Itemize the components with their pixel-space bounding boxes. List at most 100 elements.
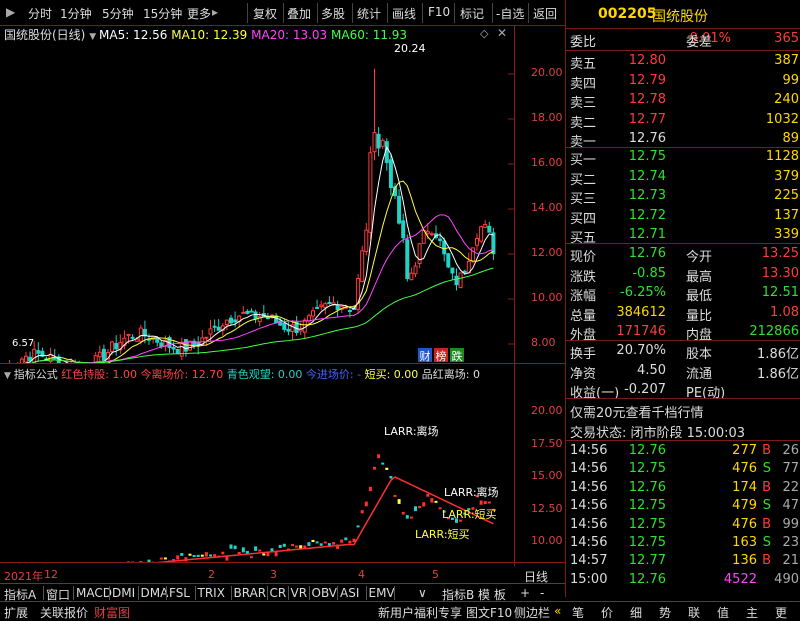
indicator-tab[interactable]: FSL (169, 586, 190, 600)
indicator-tab[interactable]: VR (291, 586, 308, 600)
add-window-button[interactable]: + (520, 586, 530, 600)
tab-1min[interactable]: 1分钟 (60, 5, 92, 22)
indicator-bar (361, 510, 364, 513)
side-panel-tab[interactable]: 更 (775, 604, 787, 621)
badge-ranking[interactable]: 榜 (434, 348, 448, 362)
f10-graphic-link[interactable]: 图文F10 (466, 604, 512, 621)
candle (37, 351, 40, 354)
indicator-tab[interactable]: ASI (340, 586, 359, 600)
btn-remove-watchlist[interactable]: -自选 (496, 5, 524, 22)
wealth-chart-tab[interactable]: 财富图 (94, 604, 130, 621)
tab-intraday[interactable]: 分时 (28, 5, 52, 22)
quote-cell: 14:56 (570, 480, 607, 495)
main-y-tick: 16.00 (531, 156, 563, 169)
top-toolbar: ▶ 分时 1分钟 5分钟 15分钟 更多 ▸ 复权 叠加 多股 统计 画线 F1… (0, 0, 565, 26)
side-panel-tab[interactable]: 笔 (572, 604, 584, 621)
indicator-bar (250, 556, 253, 558)
candle (246, 311, 249, 313)
indicator-bar (225, 556, 228, 560)
quote-cell: 12.75 (629, 461, 666, 476)
btn-mark[interactable]: 标记 (460, 5, 484, 22)
badge-down[interactable]: 跌 (450, 348, 464, 362)
side-panel-tab[interactable]: 联 (688, 604, 700, 621)
low-price-label: 6.57 (12, 338, 34, 349)
indicator-bar (422, 502, 425, 506)
expand-tab[interactable]: 扩展 (4, 604, 28, 621)
quote-cell: -0.85 (632, 266, 666, 281)
candle (33, 349, 36, 362)
kline-plot[interactable] (0, 26, 514, 363)
tick-row: 14:5712.77136B21 (566, 552, 800, 571)
indicator-annotation: LARR:离场 (384, 424, 439, 438)
candle (234, 320, 237, 322)
candle (389, 160, 392, 188)
candle (369, 153, 372, 233)
candle (439, 239, 442, 240)
bid-row: 买一12.751128 (566, 148, 800, 167)
side-panel-tab[interactable]: 势 (659, 604, 671, 621)
ask-row: 卖五12.80387 (566, 52, 800, 71)
candle (361, 251, 364, 282)
indicator-y-tick: 17.50 (531, 437, 563, 450)
kline-chart-area[interactable]: 国统股份(日线) ▼ MA5: 12.56 MA10: 12.39 MA20: … (0, 26, 565, 566)
main-y-tick: 18.00 (531, 111, 563, 124)
more-arrow-icon[interactable]: ▸ (212, 5, 218, 19)
btn-back[interactable]: 返回 (533, 5, 557, 22)
side-panel-tab[interactable]: 主 (746, 604, 758, 621)
indicator-bar (148, 560, 151, 562)
quote-cell: 89 (782, 131, 799, 146)
tab-5min[interactable]: 5分钟 (102, 5, 134, 22)
indicator-tab[interactable]: TRIX (198, 586, 225, 600)
related-quotes-tab[interactable]: 关联报价 (40, 604, 88, 621)
tab-15min[interactable]: 15分钟 (143, 5, 182, 22)
indicator-tab[interactable]: CR (270, 586, 287, 600)
indicator-bar (262, 553, 265, 555)
quote-cell: 现价 (570, 246, 596, 265)
btn-draw-line[interactable]: 画线 (392, 5, 416, 22)
indicator-tab[interactable]: OBV (312, 586, 338, 600)
indicator-bar (435, 501, 438, 503)
tab-more[interactable]: 更多 (187, 5, 211, 22)
indicator-tab[interactable]: DMI (112, 586, 135, 600)
side-panel-tab[interactable]: 值 (717, 604, 729, 621)
new-user-promo-link[interactable]: 新用户福利专享 (378, 604, 462, 621)
quote-cell: 总量 (570, 305, 596, 324)
side-panel-tab[interactable]: 细 (630, 604, 642, 621)
promo-row: 仅需20元查看千档行情 (566, 401, 800, 420)
toolbar-arrow-icon[interactable]: ▶ (6, 5, 15, 19)
quote-cell: S (763, 535, 771, 550)
indicator-bar (394, 495, 397, 497)
candle (459, 273, 462, 288)
candle (209, 329, 212, 334)
quote-cell: 最低 (686, 285, 712, 304)
btn-statistics[interactable]: 统计 (357, 5, 381, 22)
tabs-more-icon[interactable]: ∨ (418, 586, 427, 600)
candle (410, 273, 413, 279)
btn-f10[interactable]: F10 (428, 5, 450, 19)
indicator-tab[interactable]: MACD (76, 586, 112, 600)
indicator-plot[interactable]: LARR:离场LARR:离场LARR:短买LARR:短买 (0, 380, 514, 562)
btn-overlay[interactable]: 叠加 (287, 5, 311, 22)
btn-multi-stock[interactable]: 多股 (321, 5, 345, 22)
quote-cell: 买二 (570, 169, 596, 188)
date-year: 2021年 (4, 568, 43, 584)
remove-window-button[interactable]: - (540, 586, 544, 600)
quote-cell: -6.25% (620, 285, 666, 300)
indicator-tab[interactable]: BRAR (234, 586, 267, 600)
candle (328, 302, 331, 303)
tick-row: 14:5612.75479S47 (566, 497, 800, 516)
quote-cell: 1.86亿 (757, 343, 799, 362)
btn-fuquan[interactable]: 复权 (253, 5, 277, 22)
quote-cell: 量比 (686, 305, 712, 324)
candle (418, 244, 421, 264)
sidebar-toggle[interactable]: 侧边栏 (514, 604, 550, 621)
candle (471, 248, 474, 261)
indicator-tab[interactable]: EMV (369, 586, 395, 600)
indicator-tab[interactable]: DMA (141, 586, 169, 600)
badge-finance[interactable]: 财 (418, 348, 432, 362)
side-panel-tab[interactable]: 价 (601, 604, 613, 621)
bid-row: 买四12.72137 (566, 207, 800, 226)
quote-cell: 买一 (570, 149, 596, 168)
candle (426, 232, 429, 234)
collapse-arrows-icon[interactable]: « (554, 604, 561, 618)
